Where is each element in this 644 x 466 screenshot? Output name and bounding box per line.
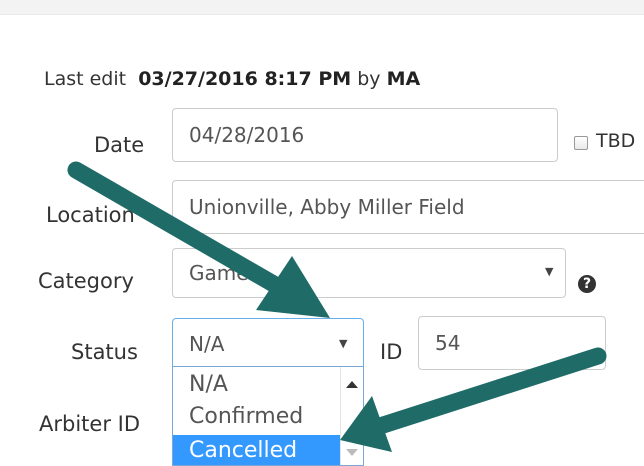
location-input[interactable]: Unionville, Abby Miller Field (172, 180, 644, 234)
arbiter-label: Arbiter ID (39, 412, 140, 436)
date-label: Date (94, 133, 145, 157)
category-label: Category (38, 269, 134, 293)
arrow-to-cancelled-option (340, 347, 607, 452)
tbd-checkbox[interactable] (574, 136, 588, 150)
status-select[interactable]: N/A (172, 318, 364, 370)
status-option-cancelled[interactable]: Cancelled (173, 435, 341, 465)
tbd-label: TBD (596, 130, 636, 152)
date-input[interactable]: 04/28/2016 (172, 108, 558, 162)
last-edit-label: Last edit (44, 68, 127, 90)
id-label: ID (380, 340, 403, 364)
location-label: Location (46, 203, 135, 227)
status-caret-icon: ▼ (339, 337, 348, 350)
category-value: Game (189, 261, 249, 285)
top-bar (0, 0, 644, 15)
last-edit-by: by (357, 68, 381, 90)
status-label: Status (71, 340, 138, 364)
last-edit-user: MA (386, 68, 421, 90)
status-option-na[interactable]: N/A (173, 369, 341, 401)
status-option-confirmed[interactable]: Confirmed (173, 401, 341, 433)
category-caret-icon: ▼ (545, 265, 554, 278)
id-input[interactable]: 54 (418, 316, 606, 370)
dropdown-scrollbar[interactable] (340, 367, 363, 465)
status-value: N/A (189, 332, 225, 356)
status-dropdown-list[interactable]: N/A Confirmed Cancelled (172, 366, 364, 466)
scroll-up-icon[interactable] (346, 381, 358, 388)
scroll-down-icon[interactable] (346, 449, 358, 456)
last-edit-datetime: 03/27/2016 8:17 PM (138, 68, 352, 90)
category-select[interactable]: Game (172, 248, 566, 298)
last-edit-line: Last edit 03/27/2016 8:17 PM by MA (44, 68, 420, 90)
help-icon[interactable]: ? (578, 275, 596, 293)
